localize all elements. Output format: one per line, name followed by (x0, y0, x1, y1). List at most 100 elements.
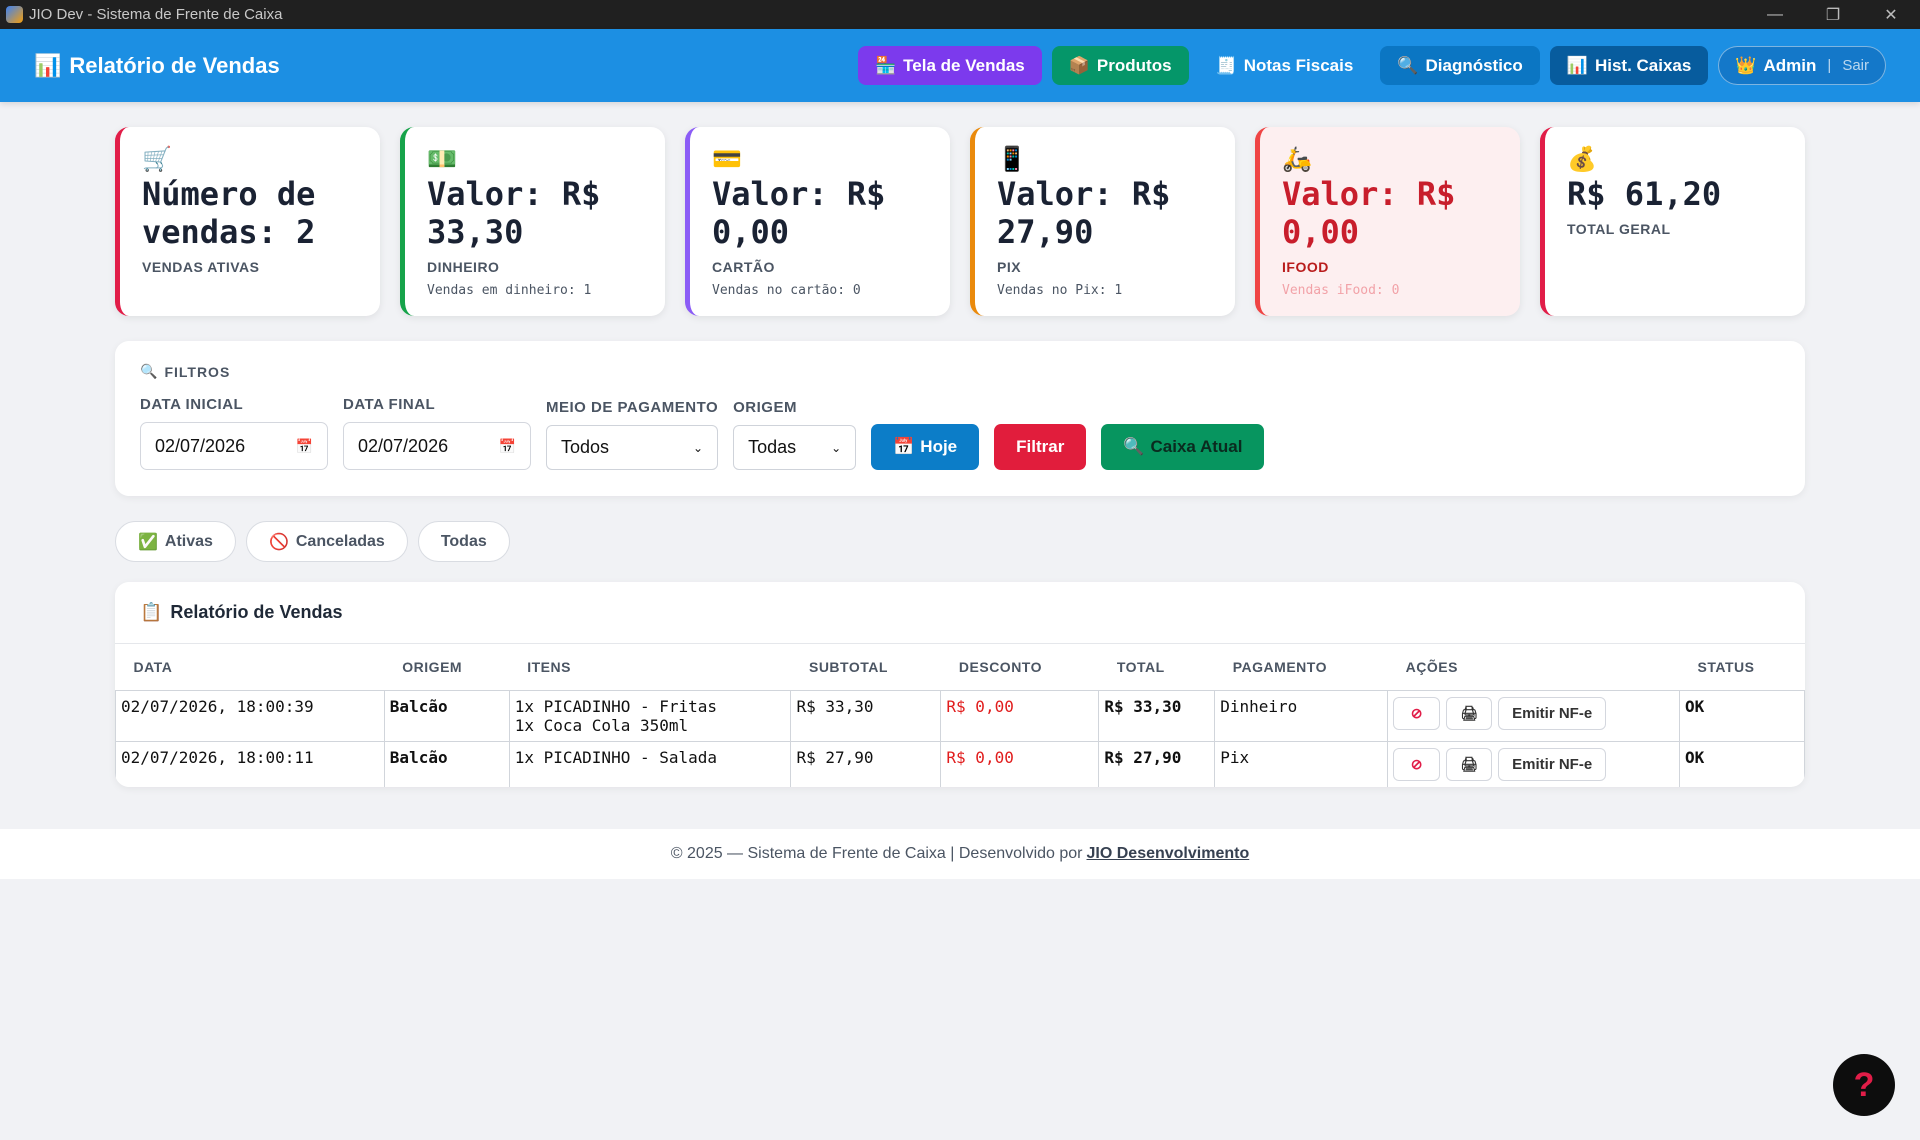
current-cash-button[interactable]: 🔍 Caixa Atual (1101, 424, 1265, 470)
cell-date: 02/07/2026, 18:00:39 (115, 689, 385, 742)
printer-icon: 🖨 (1460, 704, 1479, 721)
nav-produtos-button[interactable]: 📦 Produtos (1051, 46, 1189, 85)
cell-payment: Pix (1214, 740, 1389, 787)
restore-button[interactable]: ❐ (1804, 0, 1862, 29)
stat-label: IFOOD (1282, 259, 1329, 275)
table-header-row: DATA ORIGEM ITENS SUBTOTAL DESCONTO TOTA… (116, 644, 1805, 690)
column-header: SUBTOTAL (808, 658, 888, 675)
date-end-group: DATA FINAL 02/07/2026 📅 (343, 396, 531, 470)
nav-diagnostico-button[interactable]: 🔍 Diagnóstico (1380, 46, 1540, 85)
prohibited-icon: 🚫 (268, 533, 289, 551)
stat-label: PIX (997, 259, 1022, 275)
tab-label: Canceladas (295, 532, 385, 550)
printer-icon: 🖨 (1460, 755, 1479, 772)
column-header: DATA (133, 658, 173, 675)
page-title: 📊 Relatório de Vendas (34, 53, 280, 79)
help-button[interactable]: ? (1833, 1054, 1895, 1116)
stat-card-dinheiro: 💵 Valor: R$ 33,30 DINHEIRO Vendas em din… (400, 127, 665, 316)
sales-table: DATA ORIGEM ITENS SUBTOTAL DESCONTO TOTA… (115, 644, 1805, 787)
emit-nfe-button[interactable]: Emitir NF-e (1498, 747, 1607, 781)
calendar-icon[interactable]: 📅 (296, 438, 313, 455)
stat-sub: Vendas iFood: 0 (1282, 283, 1400, 298)
nav-tela-de-vendas-button[interactable]: 🏪 Tela de Vendas (858, 46, 1042, 85)
app-header: 📊 Relatório de Vendas 🏪 Tela de Vendas 📦… (0, 29, 1920, 102)
current-cash-button-label: Caixa Atual (1150, 437, 1243, 456)
emit-nfe-button[interactable]: Emitir NF-e (1498, 696, 1607, 730)
item-line: 1x PICADINHO - Fritas (514, 696, 718, 716)
row-actions: ⊘ 🖨 Emitir NF-e (1393, 747, 1674, 781)
check-icon: ✅ (138, 533, 158, 551)
column-header: ITENS (527, 658, 571, 675)
cell-payment: Dinheiro (1214, 689, 1389, 742)
cancel-sale-button[interactable]: ⊘ (1393, 696, 1441, 730)
cell-actions: ⊘ 🖨 Emitir NF-e (1387, 740, 1681, 787)
footer-link[interactable]: JIO Desenvolvimento (1087, 845, 1250, 863)
scooter-icon: 🛵 (1282, 145, 1312, 173)
cell-discount: R$ 0,00 (940, 740, 1100, 787)
top-nav: 🏪 Tela de Vendas 📦 Produtos 🧾 Notas Fisc… (858, 46, 1886, 85)
filters-panel: 🔍 FILTROS DATA INICIAL 02/07/2026 📅 DATA… (115, 341, 1805, 496)
cash-icon: 💵 (427, 145, 457, 173)
item-line: 1x Coca Cola 350ml (514, 715, 689, 735)
tab-canceladas[interactable]: 🚫 Canceladas (245, 521, 408, 562)
table-row: 02/07/2026, 18:00:39 Balcão 1x PICADINHO… (115, 689, 1805, 742)
app-icon (6, 6, 23, 23)
stat-card-cartao: 💳 Valor: R$ 0,00 CARTÃO Vendas no cartão… (685, 127, 950, 316)
magnifier-icon: 🔍 (1397, 55, 1419, 75)
page-title-text: Relatório de Vendas (69, 52, 280, 78)
cancel-sale-button[interactable]: ⊘ (1393, 747, 1441, 781)
tab-todas[interactable]: Todas (417, 521, 510, 562)
cell-status: OK (1679, 740, 1805, 787)
today-button[interactable]: 📅 Hoje (871, 424, 980, 470)
stat-card-ifood: 🛵 Valor: R$ 0,00 IFOOD Vendas iFood: 0 (1255, 127, 1520, 316)
tab-ativas[interactable]: ✅ Ativas (115, 521, 236, 562)
date-start-input[interactable]: 02/07/2026 📅 (140, 422, 328, 470)
stat-card-pix: 📱 Valor: R$ 27,90 PIX Vendas no Pix: 1 (970, 127, 1235, 316)
stat-sub: Vendas em dinheiro: 1 (427, 283, 592, 298)
cell-origin: Balcão (383, 740, 510, 787)
item-line: 1x PICADINHO - Salada (514, 747, 718, 767)
today-button-label: Hoje (920, 437, 958, 456)
payment-select[interactable]: Todos ⌄ (546, 425, 718, 470)
row-actions: ⊘ 🖨 Emitir NF-e (1393, 696, 1674, 730)
filters-title: 🔍 FILTROS (140, 363, 1780, 380)
cell-subtotal: R$ 27,90 (790, 740, 942, 787)
column-header: STATUS (1697, 658, 1755, 675)
minimize-button[interactable]: — (1746, 0, 1804, 29)
store-icon: 🏪 (875, 55, 897, 75)
origin-select[interactable]: Todas ⌄ (733, 425, 857, 470)
user-menu[interactable]: 👑 Admin | Sair (1718, 46, 1886, 85)
stat-sub: Vendas no Pix: 1 (997, 283, 1123, 298)
filter-button-label: Filtrar (1016, 437, 1065, 456)
print-button[interactable]: 🖨 (1446, 747, 1493, 781)
user-separator: | (1827, 57, 1832, 74)
stat-label: CARTÃO (712, 259, 775, 275)
date-end-input[interactable]: 02/07/2026 📅 (343, 422, 531, 470)
cell-items: 1x PICADINHO - Salada (508, 740, 792, 787)
money-bag-icon: 💰 (1567, 145, 1597, 173)
date-start-label: DATA INICIAL (140, 396, 244, 413)
crown-icon: 👑 (1735, 55, 1757, 75)
report-title: 📋 Relatório de Vendas (115, 582, 1805, 644)
print-button[interactable]: 🖨 (1446, 696, 1493, 730)
payment-value: Todos (561, 437, 610, 457)
prohibited-icon: ⊘ (1410, 755, 1423, 772)
sales-report: 📋 Relatório de Vendas DATA ORIGEM ITENS … (115, 582, 1805, 787)
cell-origin: Balcão (383, 689, 510, 742)
stat-label: DINHEIRO (427, 259, 500, 275)
close-button[interactable]: ✕ (1862, 0, 1920, 29)
logout-link[interactable]: Sair (1842, 57, 1869, 74)
column-header: AÇÕES (1405, 658, 1458, 675)
bar-chart-icon: 📊 (34, 52, 62, 78)
magnifier-icon: 🔍 (140, 363, 159, 379)
report-title-text: Relatório de Vendas (170, 602, 343, 622)
nav-notas-fiscais-button[interactable]: 🧾 Notas Fiscais (1199, 46, 1371, 85)
payment-label: MEIO DE PAGAMENTO (546, 399, 719, 416)
window-title: JIO Dev - Sistema de Frente de Caixa (29, 6, 283, 23)
nav-label: Hist. Caixas (1594, 55, 1692, 75)
filter-button[interactable]: Filtrar (994, 424, 1087, 470)
nav-hist-caixas-button[interactable]: 📊 Hist. Caixas (1549, 46, 1709, 85)
window-titlebar: JIO Dev - Sistema de Frente de Caixa — ❐… (0, 0, 1920, 29)
calendar-icon[interactable]: 📅 (499, 438, 516, 455)
chevron-down-icon: ⌄ (831, 440, 842, 455)
